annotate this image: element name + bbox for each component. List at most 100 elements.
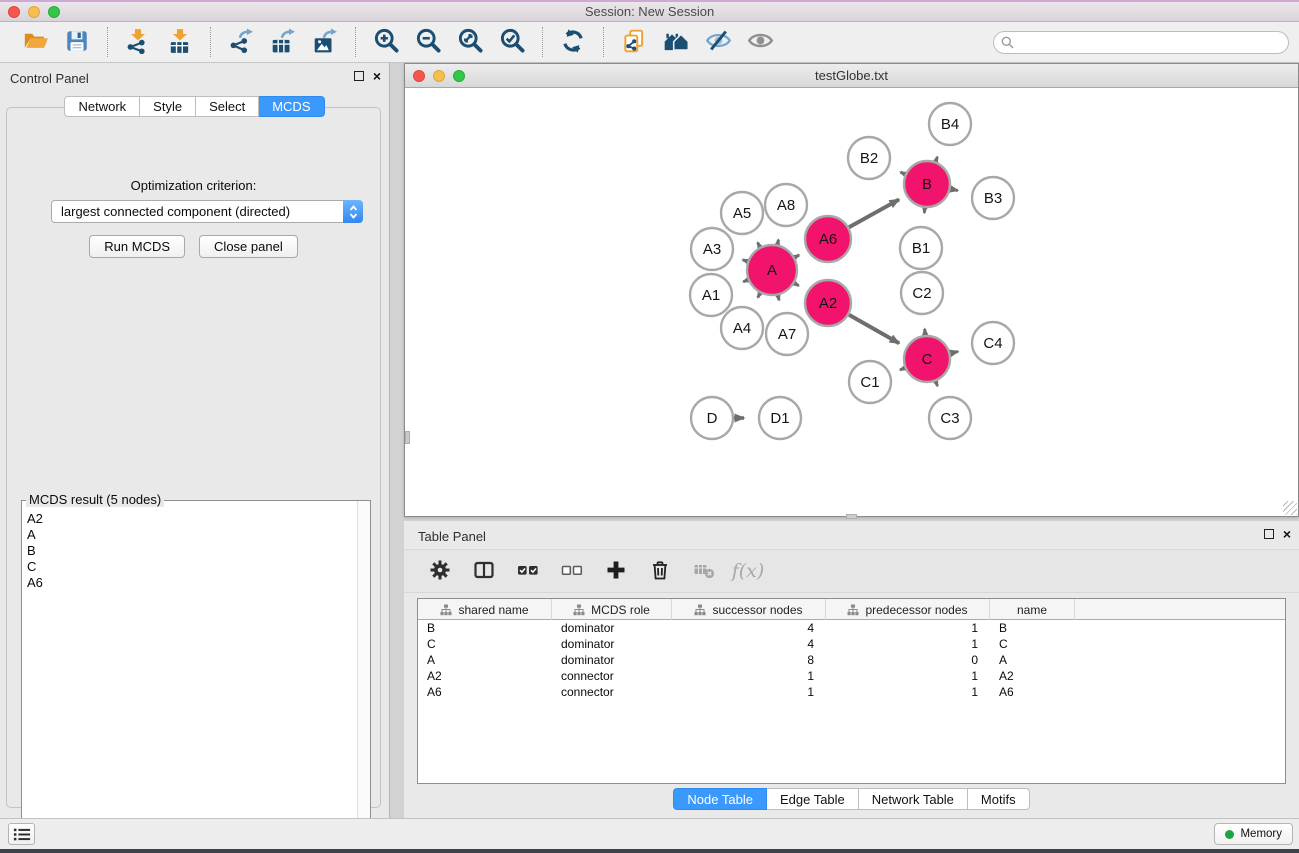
column-header-MCDS-role[interactable]: MCDS role (552, 599, 672, 620)
network-canvas[interactable]: B4B2BB3A5A8A6B1A3AC2A1A2A4A7C4CC1DD1C3 (405, 88, 1298, 516)
import-table-button[interactable] (163, 26, 197, 58)
graph-edge-A-A2[interactable] (794, 283, 798, 286)
mcds-result-item[interactable]: A6 (22, 575, 356, 591)
zoom-out-button[interactable] (411, 26, 445, 58)
close-window-button[interactable] (413, 70, 425, 82)
graph-node-B4[interactable]: B4 (929, 103, 971, 145)
minimize-window-button[interactable] (28, 6, 40, 18)
table-cell[interactable]: A2 (990, 668, 1075, 684)
import-network-button[interactable] (121, 26, 155, 58)
graph-node-C4[interactable]: C4 (972, 322, 1014, 364)
mcds-result-item[interactable]: A2 (22, 511, 356, 527)
delete-table-button[interactable] (686, 553, 722, 589)
table-cell[interactable]: 1 (826, 668, 990, 684)
graph-node-B1[interactable]: B1 (900, 227, 942, 269)
close-panel-button[interactable]: Close panel (199, 235, 298, 258)
graph-node-A4[interactable]: A4 (721, 307, 763, 349)
table-cell[interactable]: 0 (826, 652, 990, 668)
table-cell[interactable]: dominator (552, 652, 672, 668)
column-header-successor-nodes[interactable]: successor nodes (672, 599, 826, 620)
tab-style[interactable]: Style (140, 96, 196, 117)
run-mcds-button[interactable]: Run MCDS (89, 235, 185, 258)
table-cell[interactable]: A2 (418, 668, 552, 684)
tab-network-table[interactable]: Network Table (859, 788, 968, 810)
close-window-button[interactable] (8, 6, 20, 18)
graph-edge-A-A4[interactable] (758, 293, 760, 297)
graph-node-B3[interactable]: B3 (972, 177, 1014, 219)
result-scrollbar[interactable] (357, 501, 370, 844)
mcds-result-item[interactable]: B (22, 543, 356, 559)
table-settings-button[interactable] (422, 553, 458, 589)
graph-node-C3[interactable]: C3 (929, 397, 971, 439)
table-cell[interactable]: A6 (418, 684, 552, 700)
home-button[interactable] (659, 26, 693, 58)
select-all-button[interactable] (510, 553, 546, 589)
table-cell[interactable]: connector (552, 684, 672, 700)
search-input[interactable] (993, 31, 1289, 54)
graph-edge-B-B4[interactable] (936, 157, 938, 162)
table-cell[interactable]: 1 (672, 684, 826, 700)
graph-node-C2[interactable]: C2 (901, 272, 943, 314)
save-session-button[interactable] (60, 26, 94, 58)
graph-node-A7[interactable]: A7 (766, 313, 808, 355)
deselect-all-button[interactable] (554, 553, 590, 589)
graph-edge-C-C2[interactable] (925, 329, 926, 335)
memory-button[interactable]: Memory (1214, 823, 1293, 845)
graph-edge-A2-C[interactable] (849, 315, 899, 343)
table-cell[interactable]: dominator (552, 620, 672, 636)
export-network-button[interactable] (224, 26, 258, 58)
table-row[interactable]: Bdominator41B (418, 620, 1285, 636)
graph-edge-A-A5[interactable] (758, 243, 760, 247)
graph-node-C1[interactable]: C1 (849, 361, 891, 403)
table-cell[interactable]: dominator (552, 636, 672, 652)
close-panel-icon[interactable]: × (373, 71, 381, 81)
tab-motifs[interactable]: Motifs (968, 788, 1030, 810)
graph-node-D[interactable]: D (691, 397, 733, 439)
table-row[interactable]: Cdominator41C (418, 636, 1285, 652)
mcds-result-item[interactable]: A (22, 527, 356, 543)
graph-edge-B-B3[interactable] (951, 189, 958, 191)
graph-node-D1[interactable]: D1 (759, 397, 801, 439)
table-cell[interactable]: 1 (826, 684, 990, 700)
table-cell[interactable]: C (990, 636, 1075, 652)
minimize-window-button[interactable] (433, 70, 445, 82)
column-manager-button[interactable] (466, 553, 502, 589)
show-all-button[interactable] (743, 26, 777, 58)
graph-edge-B-B1[interactable] (924, 208, 925, 213)
graph-edge-B-B2[interactable] (901, 172, 906, 174)
table-row[interactable]: A2connector11A2 (418, 668, 1285, 684)
open-session-button[interactable] (18, 26, 52, 58)
hide-selected-button[interactable] (701, 26, 735, 58)
resize-grip[interactable] (1283, 501, 1297, 515)
clone-network-button[interactable] (617, 26, 651, 58)
graph-node-A3[interactable]: A3 (691, 228, 733, 270)
table-row[interactable]: A6connector11A6 (418, 684, 1285, 700)
zoom-window-button[interactable] (453, 70, 465, 82)
graph-edge-A6-B[interactable] (849, 200, 899, 228)
tab-node-table[interactable]: Node Table (673, 788, 767, 810)
export-image-button[interactable] (308, 26, 342, 58)
table-cell[interactable]: 8 (672, 652, 826, 668)
graph-edge-C-C1[interactable] (900, 368, 905, 370)
graph-node-A6[interactable]: A6 (805, 216, 851, 262)
table-cell[interactable]: 4 (672, 620, 826, 636)
table-cell[interactable]: connector (552, 668, 672, 684)
tab-edge-table[interactable]: Edge Table (767, 788, 859, 810)
splitter-handle[interactable] (405, 431, 410, 444)
add-column-button[interactable] (598, 553, 634, 589)
table-cell[interactable]: 4 (672, 636, 826, 652)
refresh-button[interactable] (556, 26, 590, 58)
graph-node-B2[interactable]: B2 (848, 137, 890, 179)
zoom-fit-button[interactable] (453, 26, 487, 58)
table-cell[interactable]: A6 (990, 684, 1075, 700)
zoom-window-button[interactable] (48, 6, 60, 18)
zoom-selected-button[interactable] (495, 26, 529, 58)
graph-edge-C-C3[interactable] (936, 381, 938, 386)
table-cell[interactable]: 1 (826, 636, 990, 652)
splitter-handle[interactable] (846, 514, 857, 519)
graph-edge-A-A7[interactable] (778, 295, 779, 300)
table-cell[interactable]: C (418, 636, 552, 652)
export-table-button[interactable] (266, 26, 300, 58)
graph-edge-C-C4[interactable] (950, 352, 958, 354)
criterion-select[interactable]: largest connected component (directed) (51, 200, 363, 223)
